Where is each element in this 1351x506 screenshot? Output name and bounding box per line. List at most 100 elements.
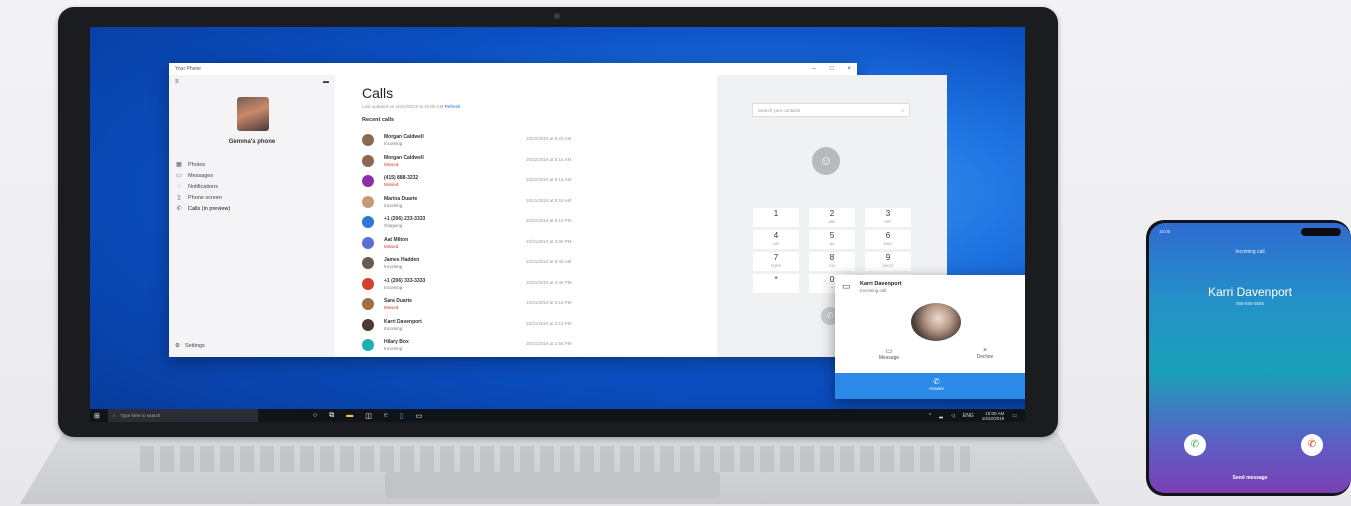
call-time: 10/21/2019 at 2:56 PM [526,341,572,346]
call-time: 10/21/2019 at 3:16 PM [526,300,572,305]
avatar [362,277,374,290]
call-time: 10/22/2019 at 9:15 AM [526,156,572,162]
call-time: 10/21/2019 at 3:13 PM [526,320,572,326]
decline-call-button[interactable]: ✆ [1301,434,1323,456]
cortana-icon[interactable]: ○ [313,412,317,420]
call-list-item[interactable]: Aat Milton Missed 10/21/2019 at 3:06 PM [362,234,612,255]
phone-thumbnail [237,97,269,131]
refresh-link[interactable]: Refresh [445,104,461,109]
dial-key[interactable]: 6 MNO [865,230,911,249]
sidebar-item-label: Calls (in preview) [188,205,231,212]
caller-name: Morgan Caldwell [384,154,424,161]
dial-key-digit: 7 [773,253,779,262]
dial-key[interactable]: 4 GHI [753,230,799,249]
caller-name: James Hadden [384,257,420,263]
task-view-icon[interactable]: ⧉ [329,412,334,420]
dial-key[interactable]: 3 DEF [865,208,911,227]
avatar [362,339,374,351]
call-time: 10/22/2019 at 8:14 AM [526,177,572,182]
hamburger-menu-icon[interactable]: ≡ [175,79,179,85]
minimize-button[interactable]: – [813,66,816,72]
call-type: Incoming [384,284,403,290]
windows-start-icon[interactable]: ⊞ [94,412,104,420]
call-list-item[interactable]: Hilary Box Incoming 10/21/2019 at 2:56 PM [362,336,612,357]
calls-panel: Calls Last updated on 10/22/2019 at 10:0… [335,75,625,357]
call-list-item[interactable]: Sara Duarte Missed 10/21/2019 at 3:16 PM [362,295,612,316]
popup-caller-name: Karri Davenport [860,281,902,287]
action-center-icon[interactable]: ▭ [1012,413,1017,419]
phone-accept-icon: ✆ [1190,439,1200,450]
call-list-item[interactable]: (415) 888-3232 Missed 10/22/2019 at 8:14 A… [362,172,612,193]
close-button[interactable]: × [847,66,851,72]
answer-button[interactable]: ✆ Answer [835,373,1025,399]
dial-key[interactable]: 9 WXYZ [865,252,911,271]
taskbar-clock[interactable]: 10:00 AM 10/22/2019 [982,411,1005,421]
your-phone-window: Your Phone – □ × ≡ ▬ Gemma's phone ▦ Pho… [169,63,947,357]
smartphone: 10:00 ▂▄▆ Incoming call Karri Davenport … [1146,220,1351,496]
dial-key-digit: 1 [773,209,779,218]
search-placeholder: Search your contacts [758,107,801,113]
search-icon: ⌕ [113,413,116,418]
dial-key-digit: 5 [829,231,835,240]
phone-hangup-icon: ✆ [1307,439,1317,450]
call-time: 10/21/2019 at 8:10 PM [526,218,572,223]
taskbar-time: 10:00 AM [985,410,1005,416]
sidebar-item-calls[interactable]: ✆ Calls (in preview) [175,203,230,214]
maximize-button[interactable]: □ [830,66,834,72]
call-list-item[interactable]: Morgan Caldwell Incoming 10/22/2019 at 9:2… [362,131,612,152]
your-phone-taskbar-icon[interactable]: ▯ [400,412,404,420]
send-message-button[interactable]: Send message [1149,475,1351,481]
dial-key[interactable]: 5 JKL [809,230,855,249]
call-type: Missed [384,305,399,310]
dial-key[interactable]: 1 [753,208,799,227]
laptop-keyboard [140,446,970,472]
sidebar-item-photos[interactable]: ▦ Photos [175,159,230,170]
call-type: Outgoing [384,223,403,228]
dial-key-digit: 9 [885,253,891,262]
language-icon[interactable]: ENG [963,413,974,419]
dial-key[interactable]: 8 TUV [809,252,855,271]
call-type: Incoming [384,202,403,208]
decline-button[interactable]: × Decline [955,347,1015,360]
avatar [362,195,374,208]
call-list-item[interactable]: Marina Duarte Incoming 10/21/2019 at 8:53 … [362,193,612,214]
settings-button[interactable]: ⚙ Settings [175,343,205,349]
accept-call-button[interactable]: ✆ [1184,434,1206,456]
gear-icon: ⚙ [175,343,180,349]
last-updated-text: Last updated on 10/22/2019 at 10:00 AM [362,104,444,109]
caller-name: Karri Davenport [384,318,422,325]
search-icon: ⌕ [901,107,904,113]
file-explorer-icon[interactable]: ▬ [346,412,353,420]
dial-key[interactable]: 7 PQRS [753,252,799,271]
call-list-item[interactable]: Morgan Caldwell Missed 10/22/2019 at 9:15 … [362,152,612,173]
phone-incoming-label: Incoming call [1235,249,1265,255]
messages-icon: ▭ [176,173,182,179]
call-list-item[interactable]: James Hadden Incoming 10/21/2019 at 8:42 A… [362,254,612,275]
call-list-item[interactable]: +1 (206) 333-3333 Incoming 10/21/2019 at 3… [362,275,612,296]
dial-key[interactable]: * [753,274,799,293]
call-type: Missed [384,243,399,249]
volume-icon[interactable]: ◁ [951,413,955,419]
avatar [362,154,374,167]
dial-key[interactable]: 2 ABC [809,208,855,227]
sidebar-item-notifications[interactable]: ◌ Notifications [175,181,230,192]
edge-browser-icon[interactable]: e [384,412,388,420]
call-list-item[interactable]: +1 (206) 233-3333 Outgoing 10/21/2019 at 8… [362,213,612,234]
call-type: Missed [384,161,399,167]
desktop-screen: Your Phone – □ × ≡ ▬ Gemma's phone ▦ Pho… [90,27,1025,422]
contact-search-input[interactable]: Search your contacts ⌕ [752,103,910,117]
phone-caller-number: 555-555-5555 [1235,301,1265,306]
sidebar-item-messages[interactable]: ▭ Messages [175,170,230,181]
network-icon[interactable]: ▂ [939,413,943,419]
sidebar-item-phone-screen[interactable]: ▯ Phone screen [175,192,230,203]
chevron-up-icon[interactable]: ^ [929,413,931,419]
message-button[interactable]: ▭ Message [859,347,919,361]
taskbar-search-input[interactable]: ⌕ Type here to search [108,409,258,422]
store-icon[interactable]: ◫ [365,412,372,420]
answer-label: Answer [928,386,944,391]
phone-link-taskbar-icon[interactable]: ▭ [416,412,423,420]
caller-name: Aat Milton [384,236,409,243]
call-time: 10/21/2019 at 3:06 PM [526,238,572,244]
call-list-item[interactable]: Karri Davenport Incoming 10/21/2019 at 3:1… [362,316,612,337]
call-type: Incoming [384,346,403,351]
